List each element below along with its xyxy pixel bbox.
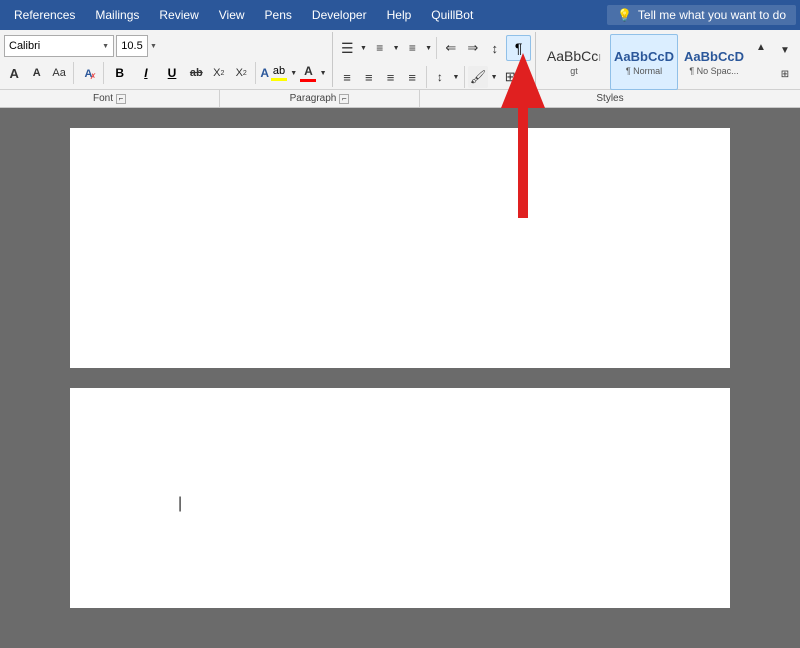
menu-mailings[interactable]: Mailings <box>85 3 149 27</box>
sort-button[interactable]: ↕ <box>484 37 505 59</box>
style-tile-normal[interactable]: AaBbCcD ¶ Normal <box>610 34 678 90</box>
subscript-button[interactable]: X2 <box>209 62 229 84</box>
font-section: Calibri ▼ 10.5 ▼ A A Aa A ✗ <box>0 32 333 87</box>
line-spacing-dropdown[interactable]: ▼ <box>451 66 460 88</box>
strikethrough-button[interactable]: ab <box>186 62 206 84</box>
menu-view[interactable]: View <box>209 3 255 27</box>
tell-me-box[interactable]: 💡 Tell me what you want to do <box>607 5 796 25</box>
borders-button[interactable]: ⊞ <box>500 66 521 88</box>
paragraph-label: Paragraph ⌐ <box>220 90 420 107</box>
menu-bar: References Mailings Review View Pens Dev… <box>0 0 800 30</box>
font-expand-icon[interactable]: ⌐ <box>116 94 126 104</box>
multilevel-button[interactable]: ≡ <box>402 37 423 59</box>
borders-dropdown[interactable]: ▼ <box>522 66 531 88</box>
menu-developer[interactable]: Developer <box>302 3 377 27</box>
paragraph-section: ☰ ▼ ≡ ▼ ≡ ▼ ⇐ ⇒ ↕ ¶ ≡ ≡ ≡ ≡ ↕ ▼ <box>333 32 536 87</box>
font-size-dropdown-arrow[interactable]: ▼ <box>150 43 157 50</box>
lightbulb-icon: 💡 <box>617 8 632 22</box>
numbering-button[interactable]: ≡ <box>369 37 390 59</box>
change-case-button[interactable]: Aa <box>49 62 69 84</box>
menu-references[interactable]: References <box>4 3 85 27</box>
text-effects-button[interactable]: A <box>260 66 269 80</box>
styles-expand[interactable]: ⊞ <box>774 63 796 85</box>
underline-button[interactable]: U <box>160 62 184 84</box>
align-center-button[interactable]: ≡ <box>358 66 379 88</box>
dropdown-arrow-highlight[interactable]: ▼ <box>289 62 298 84</box>
menu-quillbot[interactable]: QuillBot <box>421 3 483 27</box>
document-page-2[interactable]: | <box>70 388 730 608</box>
justify-button[interactable]: ≡ <box>402 66 423 88</box>
numbering-dropdown[interactable]: ▼ <box>391 37 401 59</box>
align-right-button[interactable]: ≡ <box>380 66 401 88</box>
shading-dropdown[interactable]: ▼ <box>489 66 498 88</box>
ribbon: Calibri ▼ 10.5 ▼ A A Aa A ✗ <box>0 30 800 108</box>
shading-button[interactable]: 🖌 <box>468 66 489 88</box>
document-area: | <box>0 108 800 646</box>
show-formatting-button[interactable]: ¶ <box>506 35 531 61</box>
styles-label: Styles <box>420 90 800 107</box>
menu-pens[interactable]: Pens <box>255 3 302 27</box>
style-tile-nospace[interactable]: AaBbCcD ¶ No Spac... <box>680 34 748 90</box>
grow-font-button[interactable]: A <box>4 62 24 84</box>
align-left-button[interactable]: ≡ <box>337 66 358 88</box>
font-label: Font ⌐ <box>0 90 220 107</box>
tell-me-text: Tell me what you want to do <box>638 8 786 22</box>
bullets-button[interactable]: ☰ <box>337 37 358 59</box>
font-size-box[interactable]: 10.5 <box>116 35 148 57</box>
styles-scroll-down[interactable]: ▼ <box>774 39 796 61</box>
clear-formatting-button[interactable]: A ✗ <box>78 62 98 84</box>
styles-scroll-up[interactable]: ▲ <box>750 36 772 58</box>
highlight-color-button[interactable]: ab <box>271 65 287 81</box>
shrink-font-button[interactable]: A <box>26 62 46 84</box>
line-spacing-button[interactable]: ↕ <box>430 66 451 88</box>
multilevel-dropdown[interactable]: ▼ <box>424 37 434 59</box>
text-cursor: | <box>178 495 180 513</box>
bullets-dropdown[interactable]: ▼ <box>359 37 369 59</box>
increase-indent-button[interactable]: ⇒ <box>462 37 483 59</box>
paragraph-expand-icon[interactable]: ⌐ <box>339 94 349 104</box>
dropdown-arrow-fontcolor[interactable]: ▼ <box>318 62 327 84</box>
styles-section: AaBbCcI gt AaBbCcD ¶ Normal AaBbCcD ¶ No… <box>536 32 800 87</box>
font-name-box[interactable]: Calibri ▼ <box>4 35 114 57</box>
menu-help[interactable]: Help <box>377 3 422 27</box>
superscript-button[interactable]: X2 <box>231 62 251 84</box>
decrease-indent-button[interactable]: ⇐ <box>440 37 461 59</box>
document-page-1[interactable] <box>70 128 730 368</box>
style-tile-gt[interactable]: AaBbCcI gt <box>540 34 608 90</box>
menu-review[interactable]: Review <box>149 3 208 27</box>
font-name-dropdown-arrow[interactable]: ▼ <box>102 43 109 50</box>
font-color-button[interactable]: A <box>300 64 316 82</box>
bold-button[interactable]: B <box>108 62 132 84</box>
italic-button[interactable]: I <box>134 62 158 84</box>
